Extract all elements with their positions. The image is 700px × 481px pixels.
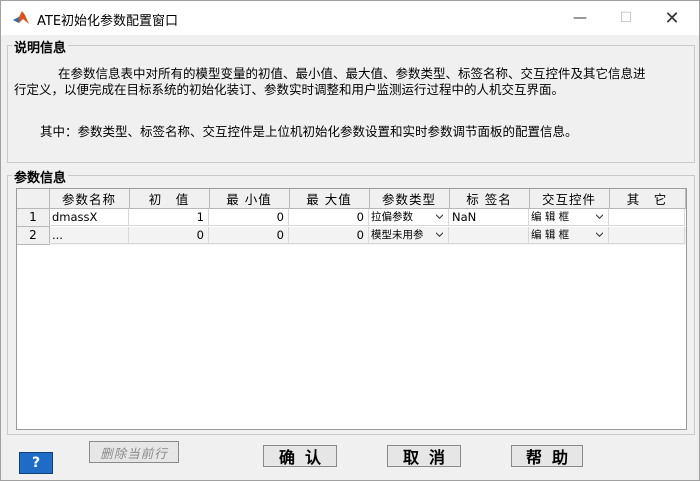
chevron-down-icon: [596, 214, 603, 219]
title-bar[interactable]: ATE初始化参数配置窗口 — ☐ ✕: [1, 1, 699, 35]
description-paragraph-2: 其中：参数类型、标签名称、交互控件是上位机初始化参数设置和实时参数调节面板的配置…: [40, 124, 578, 139]
column-header-type[interactable]: 参数类型: [369, 189, 450, 209]
table-row[interactable]: 1 dmassX 1 0 0 拉偏参数 NaN 编 辑 框: [17, 209, 686, 227]
column-header-other[interactable]: 其 它: [609, 189, 686, 209]
chevron-down-icon: [436, 232, 443, 237]
cell-min[interactable]: 0: [209, 227, 289, 244]
cancel-button[interactable]: 取消: [387, 445, 461, 467]
delete-row-button[interactable]: 删除当前行: [89, 441, 179, 463]
cell-other[interactable]: [609, 227, 685, 244]
cell-other[interactable]: [609, 209, 685, 226]
cell-init[interactable]: 0: [129, 227, 209, 244]
description-panel: 说明信息 在参数信息表中对所有的模型变量的初值、最小值、最大值、参数类型、标签名…: [7, 37, 695, 163]
params-title: 参数信息: [12, 167, 69, 186]
cell-max[interactable]: 0: [289, 209, 369, 226]
maximize-button[interactable]: ☐: [603, 1, 649, 35]
help-button[interactable]: 帮助: [511, 445, 583, 467]
help-question-button[interactable]: ?: [19, 452, 53, 474]
header-corner: [17, 189, 50, 209]
minimize-button[interactable]: —: [557, 1, 603, 35]
description-title: 说明信息: [12, 37, 69, 56]
confirm-button[interactable]: 确认: [263, 445, 337, 467]
row-number[interactable]: 1: [17, 209, 50, 227]
params-table[interactable]: 参数名称 初 值 最 小值 最 大值 参数类型 标 签名 交互控件 其 它 1 …: [16, 188, 687, 430]
cell-label[interactable]: NaN: [449, 209, 529, 226]
cell-type-value: 模型未用参: [371, 229, 424, 241]
description-paragraph-1: 在参数信息表中对所有的模型变量的初值、最小值、最大值、参数类型、标签名称、交互控…: [14, 66, 646, 97]
column-header-init[interactable]: 初 值: [129, 189, 210, 209]
window-title: ATE初始化参数配置窗口: [37, 14, 179, 29]
matlab-logo-icon: [13, 11, 29, 24]
cell-type-dropdown[interactable]: 模型未用参: [369, 227, 449, 244]
cell-max[interactable]: 0: [289, 227, 369, 244]
cell-name[interactable]: ...: [49, 227, 129, 244]
column-header-name[interactable]: 参数名称: [49, 189, 130, 209]
table-header: 参数名称 初 值 最 小值 最 大值 参数类型 标 签名 交互控件 其 它: [17, 189, 686, 209]
row-number[interactable]: 2: [17, 227, 50, 245]
params-panel: 参数信息 参数名称 初 值 最 小值 最 大值 参数类型 标 签名 交互控件 其…: [7, 167, 695, 435]
app-window: ATE初始化参数配置窗口 — ☐ ✕ 说明信息 在参数信息表中对所有的模型变量的…: [0, 0, 700, 481]
cell-type-value: 拉偏参数: [371, 211, 413, 223]
cell-type-dropdown[interactable]: 拉偏参数: [369, 209, 449, 226]
chevron-down-icon: [436, 214, 443, 219]
minimize-icon: —: [573, 10, 587, 26]
cell-control-value: 编 辑 框: [531, 211, 570, 223]
close-icon: ✕: [664, 7, 680, 29]
column-header-label[interactable]: 标 签名: [449, 189, 530, 209]
close-button[interactable]: ✕: [649, 1, 695, 35]
cell-name[interactable]: dmassX: [49, 209, 129, 226]
cell-init[interactable]: 1: [129, 209, 209, 226]
column-header-control[interactable]: 交互控件: [529, 189, 610, 209]
cell-label[interactable]: [449, 227, 529, 244]
cell-control-dropdown[interactable]: 编 辑 框: [529, 227, 609, 244]
chevron-down-icon: [596, 232, 603, 237]
cell-control-dropdown[interactable]: 编 辑 框: [529, 209, 609, 226]
maximize-icon: ☐: [619, 10, 633, 26]
cell-control-value: 编 辑 框: [531, 229, 570, 241]
table-row[interactable]: 2 ... 0 0 0 模型未用参 编 辑 框: [17, 227, 686, 245]
column-header-max[interactable]: 最 大值: [289, 189, 370, 209]
column-header-min[interactable]: 最 小值: [209, 189, 290, 209]
cell-min[interactable]: 0: [209, 209, 289, 226]
